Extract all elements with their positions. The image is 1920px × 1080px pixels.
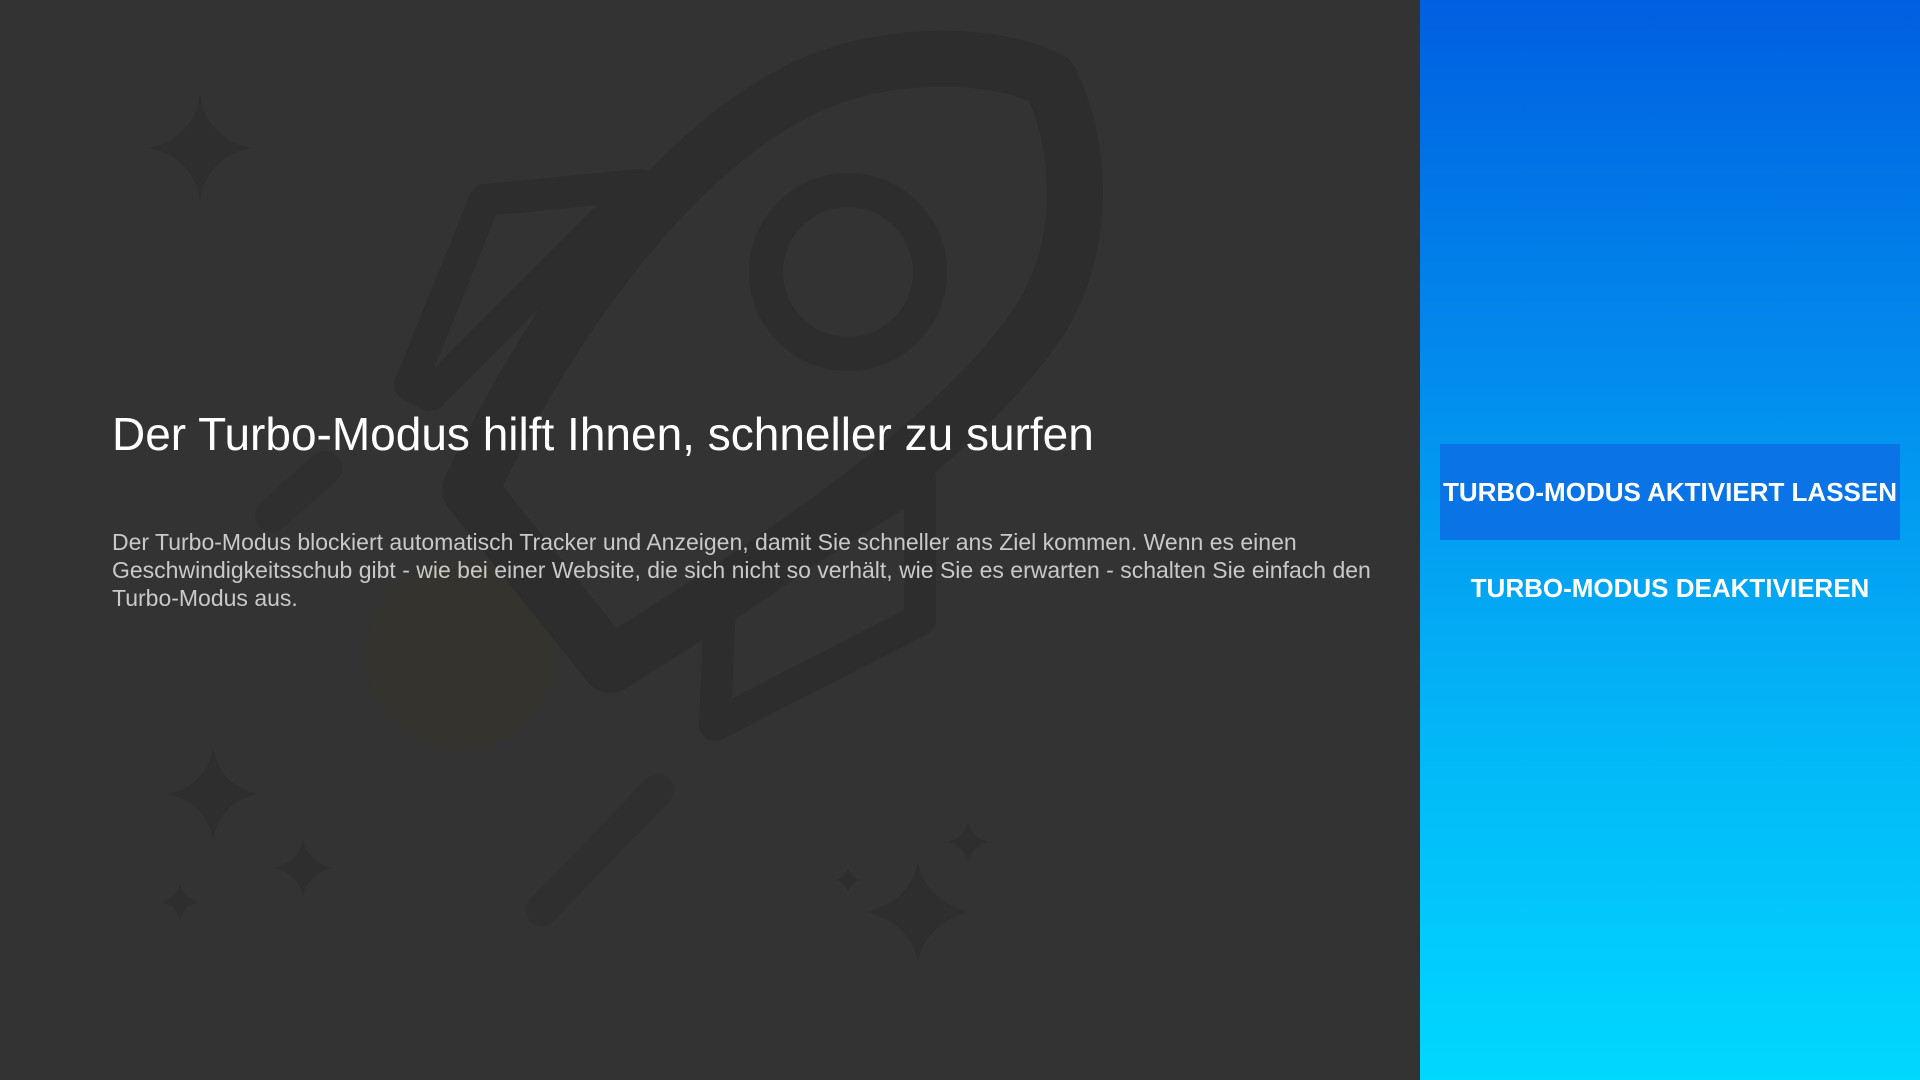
keep-turbo-enabled-button[interactable]: TURBO-MODUS AKTIVIERT LASSEN (1440, 444, 1900, 540)
dialog-title: Der Turbo-Modus hilft Ihnen, schneller z… (112, 408, 1094, 460)
disable-turbo-button[interactable]: TURBO-MODUS DEAKTIVIEREN (1440, 540, 1900, 636)
turbo-mode-onboarding-screen: Der Turbo-Modus hilft Ihnen, schneller z… (0, 0, 1920, 1080)
content-panel: Der Turbo-Modus hilft Ihnen, schneller z… (0, 0, 1420, 1080)
action-panel: TURBO-MODUS AKTIVIERT LASSEN TURBO-MODUS… (1420, 0, 1920, 1080)
rocket-icon (255, 30, 1103, 926)
dialog-description: Der Turbo-Modus blockiert automatisch Tr… (112, 529, 1371, 611)
